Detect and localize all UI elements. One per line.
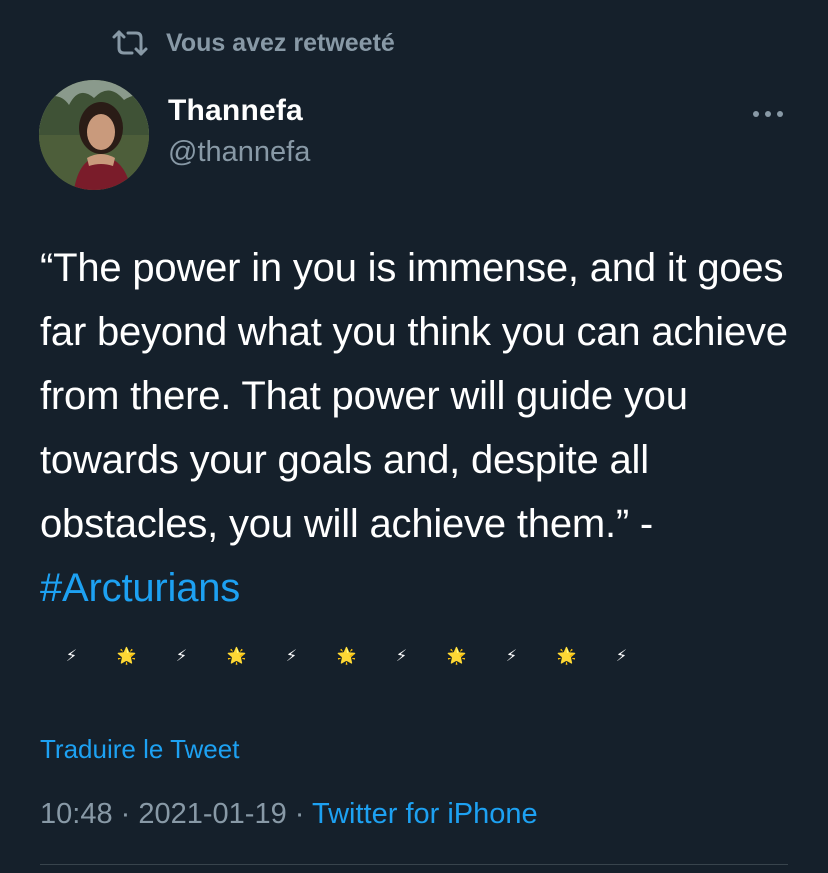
star-emoji: 🌟 bbox=[116, 648, 137, 665]
translate-tweet-link[interactable]: Traduire le Tweet bbox=[40, 734, 239, 765]
meta-separator: · bbox=[120, 798, 131, 830]
retweet-icon bbox=[110, 26, 154, 60]
meta-separator: · bbox=[294, 798, 305, 830]
hashtag-link[interactable]: #Arcturians bbox=[40, 566, 240, 610]
more-horizontal-icon bbox=[753, 111, 783, 117]
lightning-emoji: ⚡ bbox=[285, 648, 298, 665]
emoji-row: ⚡ 🌟 ⚡ 🌟 ⚡ 🌟 ⚡ 🌟 ⚡ 🌟 ⚡ bbox=[44, 632, 649, 680]
lightning-emoji: ⚡ bbox=[615, 648, 628, 665]
tweet-date[interactable]: 2021-01-19 bbox=[138, 798, 286, 830]
retweet-context[interactable]: Vous avez retweeté bbox=[110, 26, 395, 60]
more-options-button[interactable] bbox=[748, 102, 788, 126]
star-emoji: 🌟 bbox=[556, 648, 577, 665]
author-handle[interactable]: @thannefa bbox=[168, 136, 310, 169]
divider bbox=[40, 864, 788, 865]
avatar[interactable] bbox=[39, 80, 149, 190]
lightning-emoji: ⚡ bbox=[175, 648, 188, 665]
tweet-meta: 10:48 · 2021-01-19 · Twitter for iPhone bbox=[40, 798, 538, 831]
tweet-body: “The power in you is immense, and it goe… bbox=[40, 246, 788, 546]
retweet-label: Vous avez retweeté bbox=[166, 28, 395, 57]
tweet-time[interactable]: 10:48 bbox=[40, 798, 113, 830]
author-display-name[interactable]: Thannefa bbox=[168, 94, 303, 128]
lightning-emoji: ⚡ bbox=[65, 648, 78, 665]
star-emoji: 🌟 bbox=[446, 648, 467, 665]
tweet-text: “The power in you is immense, and it goe… bbox=[40, 236, 800, 620]
star-emoji: 🌟 bbox=[336, 648, 357, 665]
tweet-source-link[interactable]: Twitter for iPhone bbox=[312, 798, 538, 830]
lightning-emoji: ⚡ bbox=[505, 648, 518, 665]
lightning-emoji: ⚡ bbox=[395, 648, 408, 665]
star-emoji: 🌟 bbox=[226, 648, 247, 665]
